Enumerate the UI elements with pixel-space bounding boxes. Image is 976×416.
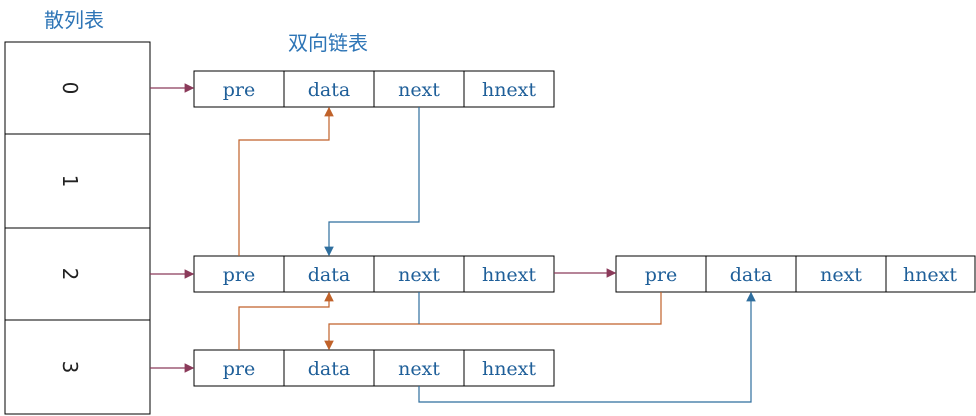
hash-slot-index: 2 (58, 268, 82, 281)
node-field-label: pre (645, 264, 678, 286)
hash-table: 0 1 2 3 (4, 41, 151, 415)
node-field-label: hnext (482, 358, 536, 380)
hash-slot-index: 3 (58, 361, 82, 374)
node-field-label: next (820, 264, 862, 286)
pre-pointer-arrow (238, 106, 334, 256)
node-field-label: next (398, 79, 440, 101)
pre-pointers (238, 106, 662, 351)
node-field-label: pre (223, 358, 256, 380)
node-field-label: data (308, 264, 350, 286)
node-field-label: data (308, 358, 350, 380)
node-field-label: next (398, 264, 440, 286)
node-field-label: data (308, 79, 350, 101)
node-field-label: data (730, 264, 772, 286)
node-field-label: hnext (482, 264, 536, 286)
node-slot-2-second: pre data next hnext (615, 255, 976, 293)
pre-pointer-arrow (324, 292, 662, 351)
next-pointer-arrow (324, 107, 420, 257)
node-field-label: pre (223, 264, 256, 286)
node-slot-3: pre data next hnext (193, 349, 555, 387)
hash-pointers (150, 83, 617, 373)
pre-pointer-arrow (238, 291, 334, 350)
node-field-label: pre (223, 79, 256, 101)
node-slot-0: pre data next hnext (193, 70, 555, 108)
hash-table-title: 散列表 (44, 8, 104, 32)
hash-slot-index: 0 (58, 82, 82, 95)
hash-slot-index: 1 (58, 175, 82, 188)
node-slot-2-first: pre data next hnext (193, 255, 555, 293)
node-field-label: hnext (482, 79, 536, 101)
linked-list-title: 双向链表 (288, 31, 368, 55)
hash-linked-list-diagram: 散列表 双向链表 0 1 2 3 pre data next hnext pre… (4, 8, 976, 415)
node-field-label: next (398, 358, 440, 380)
node-field-label: hnext (903, 264, 957, 286)
